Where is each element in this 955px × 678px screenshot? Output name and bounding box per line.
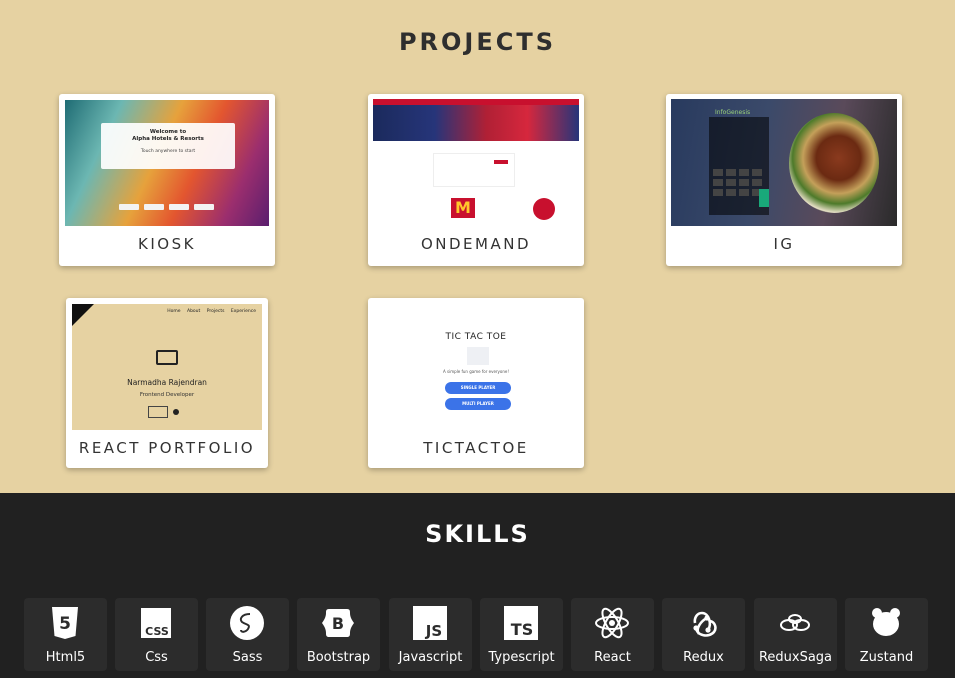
kiosk-brand-text: Alpha Hotels & Resorts [132, 136, 204, 142]
ttt-subtitle: A simple fun game for everyone! [443, 369, 509, 374]
skill-sass: Sass [206, 598, 289, 671]
ttt-multi-player-button: MULTI PLAYER [445, 398, 511, 410]
skill-reduxsaga: ReduxSaga [754, 598, 837, 671]
ttt-single-player-button: SINGLE PLAYER [445, 382, 511, 394]
skill-typescript: TS Typescript [480, 598, 563, 671]
mcdonalds-logo-icon: M [451, 198, 475, 218]
skills-section: SKILLS 5 Html5 CSS Css Sass B Bootstrap … [0, 493, 955, 678]
ig-food-plate-image [789, 113, 879, 213]
ig-brand-text: InfoGenesis [715, 109, 751, 116]
kiosk-welcome-box: Welcome to Alpha Hotels & Resorts Touch … [101, 123, 235, 169]
project-card-label: TICTACTOE [423, 439, 529, 457]
skill-bootstrap: B Bootstrap [297, 598, 380, 671]
project-card-label: KIOSK [138, 235, 196, 253]
ttt-title: TIC TAC TOE [445, 332, 507, 342]
kiosk-preview-image: Welcome to Alpha Hotels & Resorts Touch … [65, 100, 269, 226]
flag-icon [194, 204, 214, 210]
kiosk-hint-text: Touch anywhere to start [140, 149, 196, 154]
project-card-tictactoe[interactable]: TIC TAC TOE A simple fun game for everyo… [368, 298, 584, 468]
skill-label: Sass [232, 650, 263, 665]
ondemand-preview-image: M [373, 99, 579, 226]
skill-label: Redux [683, 650, 724, 665]
projects-heading: PROJECTS [398, 28, 557, 56]
css-icon: CSS [141, 608, 171, 638]
svg-text:CSS: CSS [145, 625, 169, 638]
redux-icon [693, 611, 717, 637]
kiosk-welcome-text: Welcome to [149, 129, 187, 135]
portfolio-nav: Home About Projects Experience [167, 309, 256, 314]
projects-section: PROJECTS Welcome to Alpha Hotels & Resor… [0, 0, 955, 493]
skills-heading: SKILLS [425, 520, 530, 548]
skill-label: Typescript [488, 650, 555, 665]
tictactoe-preview-image: TIC TAC TOE A simple fun game for everyo… [373, 303, 579, 429]
project-card-label: REACT PORTFOLIO [78, 439, 256, 457]
svg-text:TS: TS [511, 620, 533, 639]
redux-saga-icon [780, 614, 810, 631]
skill-html5: 5 Html5 [24, 598, 107, 671]
javascript-icon: JS [413, 606, 447, 640]
ig-enter-key [759, 189, 769, 207]
skill-zustand: Zustand [845, 598, 928, 671]
skill-label: React [594, 650, 631, 665]
portfolio-role: Frontend Developer [139, 392, 195, 398]
portfolio-preview-image: Home About Projects Experience Narmadha … [72, 304, 262, 430]
skill-react: React [571, 598, 654, 671]
ig-preview-image: InfoGenesis [671, 99, 897, 226]
project-card-label: IG [773, 235, 795, 253]
portfolio-corner-badge [72, 304, 94, 326]
svg-text:B: B [332, 614, 344, 633]
flag-icon [144, 204, 164, 210]
skill-javascript: JS Javascript [389, 598, 472, 671]
project-card-ondemand[interactable]: M ONDEMAND [368, 94, 584, 266]
bootstrap-icon: B [322, 609, 354, 637]
ondemand-banner [373, 105, 579, 141]
skill-label: ReduxSaga [758, 650, 833, 665]
html5-icon: 5 [52, 607, 78, 639]
flag-icon [119, 204, 139, 210]
project-card-react-portfolio[interactable]: Home About Projects Experience Narmadha … [66, 298, 268, 468]
svg-text:5: 5 [59, 614, 71, 634]
project-card-kiosk[interactable]: Welcome to Alpha Hotels & Resorts Touch … [59, 94, 275, 266]
zustand-icon [872, 608, 900, 636]
project-card-ig[interactable]: InfoGenesis IG [666, 94, 902, 266]
skill-css: CSS Css [115, 598, 198, 671]
skill-redux: Redux [662, 598, 745, 671]
skill-label: Css [145, 650, 168, 665]
skill-label: Javascript [398, 650, 463, 665]
project-card-label: ONDEMAND [420, 235, 532, 253]
github-icon [173, 409, 179, 415]
kiosk-language-flags [119, 204, 214, 210]
ttt-board-icon [467, 347, 489, 365]
laptop-code-icon [156, 350, 178, 365]
skill-label: Bootstrap [306, 650, 371, 665]
svg-text:JS: JS [425, 622, 442, 640]
resume-icon [148, 406, 168, 418]
sass-icon [230, 606, 264, 640]
ondemand-order-form [433, 153, 515, 187]
ondemand-form-button [494, 160, 508, 164]
skill-label: Html5 [45, 650, 86, 665]
portfolio-name: Narmadha Rajendran [127, 378, 207, 387]
ig-keypad [713, 169, 762, 196]
skill-label: Zustand [859, 650, 914, 665]
react-icon [595, 607, 629, 639]
kfc-logo-icon [533, 198, 555, 220]
typescript-icon: TS [504, 606, 538, 640]
flag-icon [169, 204, 189, 210]
